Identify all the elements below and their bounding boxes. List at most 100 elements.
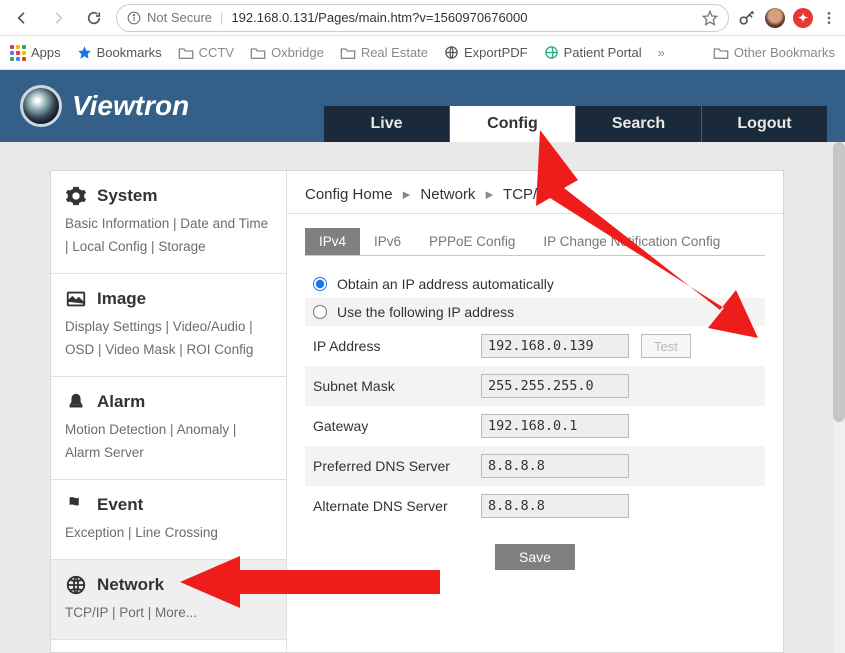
radio-obtain-auto[interactable]: Obtain an IP address automatically — [305, 270, 765, 298]
globe-icon — [444, 45, 459, 60]
app-header: Viewtron Live Config Search Logout — [0, 70, 845, 142]
image-icon — [65, 288, 87, 310]
gateway-label: Gateway — [313, 418, 469, 434]
folder-icon — [250, 46, 266, 60]
ipv4-form: Obtain an IP address automatically Use t… — [287, 256, 783, 602]
bookmark-exportpdf[interactable]: ExportPDF — [444, 45, 528, 60]
kebab-menu-icon[interactable] — [821, 10, 837, 26]
radio-static[interactable]: Use the following IP address — [305, 298, 765, 326]
key-icon[interactable] — [737, 8, 757, 28]
sidebar-heading: Image — [97, 289, 146, 309]
sidebar-heading: Event — [97, 495, 143, 515]
bookmarks-bar: Apps Bookmarks CCTV Oxbridge Real Estate… — [0, 36, 845, 70]
brand-name: Viewtron — [72, 90, 189, 122]
sidebar-section-event[interactable]: Event Exception | Line Crossing — [51, 480, 286, 560]
subtabs: IPv4 IPv6 PPPoE Config IP Change Notific… — [305, 228, 765, 256]
sidebar: System Basic Information | Date and Time… — [51, 171, 287, 652]
forward-button[interactable] — [44, 4, 72, 32]
tab-config[interactable]: Config — [450, 106, 575, 142]
gateway-input[interactable] — [481, 414, 629, 438]
bookmarks-label: Bookmarks — [97, 45, 162, 60]
other-bookmarks[interactable]: Other Bookmarks — [713, 45, 835, 60]
flag-icon — [65, 494, 87, 516]
breadcrumb: Config Home ▸ Network ▸ TCP/IP — [287, 171, 783, 214]
subnet-input[interactable] — [481, 374, 629, 398]
chevron-right-icon: ▸ — [486, 186, 494, 203]
tab-logout[interactable]: Logout — [702, 106, 827, 142]
scrollbar-track[interactable] — [833, 142, 845, 653]
profile-avatar[interactable] — [765, 8, 785, 28]
sidebar-heading: System — [97, 186, 157, 206]
chevron-right-icon: ▸ — [403, 186, 411, 203]
radio-auto-input[interactable] — [313, 277, 327, 291]
sidebar-section-alarm[interactable]: Alarm Motion Detection | Anomaly | Alarm… — [51, 377, 286, 480]
sidebar-heading: Alarm — [97, 392, 145, 412]
sidebar-heading: Network — [97, 575, 164, 595]
info-icon — [127, 11, 141, 25]
globe-icon — [65, 574, 87, 596]
sidebar-section-image[interactable]: Image Display Settings | Video/Audio | O… — [51, 274, 286, 377]
bookmark-patient-portal[interactable]: Patient Portal — [544, 45, 642, 60]
sidebar-links[interactable]: Basic Information | Date and Time | Loca… — [65, 213, 272, 259]
gear-icon — [65, 185, 87, 207]
ip-input[interactable] — [481, 334, 629, 358]
star-icon — [77, 45, 92, 60]
radio-auto-label: Obtain an IP address automatically — [337, 276, 554, 292]
radio-static-label: Use the following IP address — [337, 304, 514, 320]
dns1-label: Preferred DNS Server — [313, 458, 469, 474]
bookmarks-link[interactable]: Bookmarks — [77, 45, 162, 60]
security-indicator[interactable]: Not Secure — [127, 10, 212, 25]
apps-icon — [10, 45, 26, 61]
row-dns1: Preferred DNS Server — [305, 446, 765, 486]
bell-icon — [65, 391, 87, 413]
sidebar-links[interactable]: TCP/IP | Port | More... — [65, 602, 272, 625]
row-gateway: Gateway — [305, 406, 765, 446]
radio-static-input[interactable] — [313, 305, 327, 319]
dns2-label: Alternate DNS Server — [313, 498, 469, 514]
sidebar-section-system[interactable]: System Basic Information | Date and Time… — [51, 171, 286, 274]
globe-icon — [544, 45, 559, 60]
subtab-pppoe[interactable]: PPPoE Config — [415, 228, 529, 255]
sidebar-links[interactable]: Exception | Line Crossing — [65, 522, 272, 545]
subtab-ipchange[interactable]: IP Change Notification Config — [529, 228, 734, 255]
security-label: Not Secure — [147, 10, 212, 25]
brand-logo-icon — [20, 85, 62, 127]
breadcrumb-config-home[interactable]: Config Home — [305, 186, 393, 203]
folder-icon — [178, 46, 194, 60]
scrollbar-thumb[interactable] — [833, 142, 845, 422]
dns1-input[interactable] — [481, 454, 629, 478]
main-panel: Config Home ▸ Network ▸ TCP/IP IPv4 IPv6… — [287, 171, 783, 652]
apps-label: Apps — [31, 45, 61, 60]
sidebar-section-network[interactable]: Network TCP/IP | Port | More... — [51, 560, 286, 640]
row-ip-address: IP Address Test — [305, 326, 765, 366]
bookmark-folder-real-estate[interactable]: Real Estate — [340, 45, 428, 60]
row-dns2: Alternate DNS Server — [305, 486, 765, 526]
folder-icon — [340, 46, 356, 60]
tab-live[interactable]: Live — [324, 106, 449, 142]
subtab-ipv6[interactable]: IPv6 — [360, 228, 415, 255]
extension-icon[interactable]: ✦ — [793, 8, 813, 28]
subtab-ipv4[interactable]: IPv4 — [305, 228, 360, 255]
back-button[interactable] — [8, 4, 36, 32]
sidebar-links[interactable]: Motion Detection | Anomaly | Alarm Serve… — [65, 419, 272, 465]
url-text: 192.168.0.131/Pages/main.htm?v=156097067… — [231, 10, 527, 25]
star-icon[interactable] — [702, 10, 718, 26]
reload-button[interactable] — [80, 4, 108, 32]
browser-toolbar: Not Secure | 192.168.0.131/Pages/main.ht… — [0, 0, 845, 36]
subnet-label: Subnet Mask — [313, 378, 469, 394]
bookmark-folder-oxbridge[interactable]: Oxbridge — [250, 45, 324, 60]
sidebar-links[interactable]: Display Settings | Video/Audio | OSD | V… — [65, 316, 272, 362]
apps-link[interactable]: Apps — [10, 45, 61, 61]
folder-icon — [713, 46, 729, 60]
tab-search[interactable]: Search — [576, 106, 701, 142]
test-button[interactable]: Test — [641, 334, 691, 358]
address-bar[interactable]: Not Secure | 192.168.0.131/Pages/main.ht… — [116, 4, 729, 32]
page-body: System Basic Information | Date and Time… — [0, 142, 845, 653]
bookmarks-overflow[interactable]: » — [658, 45, 665, 60]
breadcrumb-network[interactable]: Network — [420, 186, 475, 203]
save-button[interactable]: Save — [495, 544, 575, 570]
dns2-input[interactable] — [481, 494, 629, 518]
ip-label: IP Address — [313, 338, 469, 354]
row-subnet: Subnet Mask — [305, 366, 765, 406]
bookmark-folder-cctv[interactable]: CCTV — [178, 45, 234, 60]
